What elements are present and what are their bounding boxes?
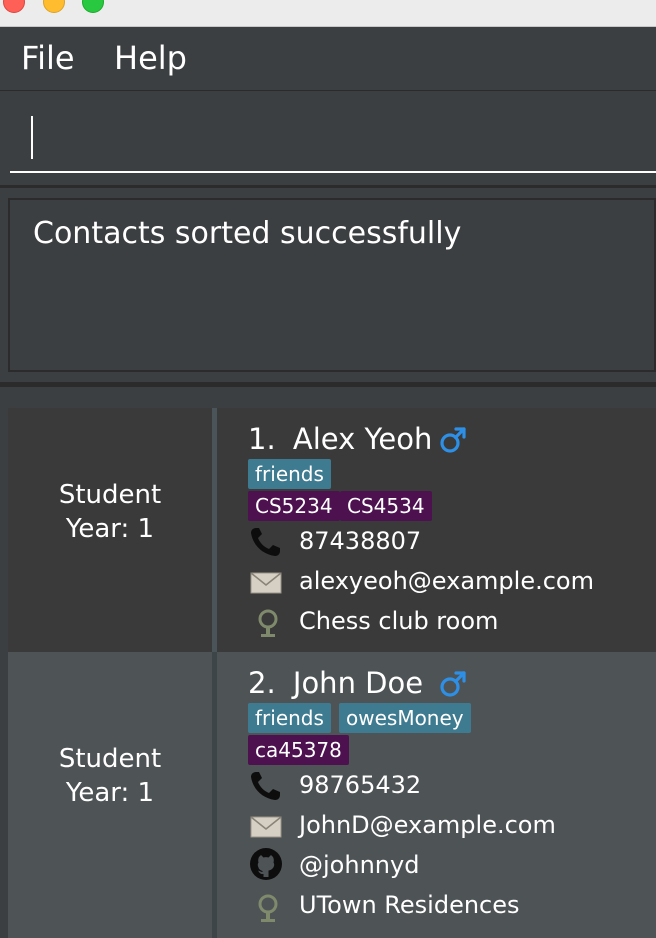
window-titlebar xyxy=(0,0,656,27)
contact-email: JohnD@example.com xyxy=(299,811,556,839)
phone-icon xyxy=(251,772,280,800)
command-input[interactable] xyxy=(10,92,656,173)
contact-role-panel: Student Year: 1 xyxy=(8,408,212,652)
contact-role: Student xyxy=(58,744,162,774)
email-icon xyxy=(250,816,282,838)
contact-phone: 98765432 xyxy=(299,771,422,799)
text-caret xyxy=(31,116,33,159)
result-message: Contacts sorted successfully xyxy=(33,216,462,251)
contact-card[interactable]: Student Year: 1 1. Alex Yeoh friends CS5… xyxy=(8,408,656,652)
close-window-button[interactable] xyxy=(3,0,25,13)
menu-help[interactable]: Help xyxy=(114,39,187,77)
contact-index: 2. xyxy=(248,666,276,700)
contact-role-panel: Student Year: 1 xyxy=(8,652,212,938)
card-divider xyxy=(212,408,217,652)
maximize-window-button[interactable] xyxy=(82,0,104,13)
card-divider xyxy=(212,652,217,938)
tag-badge: friends xyxy=(248,703,331,733)
menu-bar: File Help xyxy=(0,27,656,91)
email-icon xyxy=(250,572,282,594)
command-area xyxy=(0,92,656,185)
divider xyxy=(0,382,656,387)
contact-location: UTown Residences xyxy=(299,891,520,919)
contact-name: Alex Yeoh xyxy=(292,422,433,456)
contact-details: 1. Alex Yeoh friends CS5234 CS4534 87438… xyxy=(248,408,656,652)
contact-year: Year: 1 xyxy=(65,778,155,808)
divider xyxy=(0,185,656,188)
contact-name-line: 1. Alex Yeoh xyxy=(248,422,432,456)
contact-details: 2. John Doe friends owesMoney ca45378 98… xyxy=(248,652,656,938)
tag-badge: owesMoney xyxy=(339,703,471,733)
contact-email: alexyeoh@example.com xyxy=(299,567,594,595)
menu-file[interactable]: File xyxy=(21,39,75,77)
result-display: Contacts sorted successfully xyxy=(8,198,656,372)
course-badge: CS5234 xyxy=(248,491,340,521)
male-icon xyxy=(440,671,466,697)
male-icon xyxy=(440,427,466,453)
contact-name: John Doe xyxy=(292,666,424,700)
contact-card[interactable]: Student Year: 1 2. John Doe friends owes… xyxy=(8,652,656,938)
contact-location: Chess club room xyxy=(299,607,499,635)
course-badge: ca45378 xyxy=(248,735,349,765)
tag-badge: friends xyxy=(248,459,331,489)
minimize-window-button[interactable] xyxy=(43,0,65,13)
phone-icon xyxy=(251,528,280,556)
contact-name-line: 2. John Doe xyxy=(248,666,423,700)
contact-role: Student xyxy=(58,480,162,510)
contact-index: 1. xyxy=(248,422,276,456)
contact-github[interactable]: @johnnyd xyxy=(299,851,419,879)
contact-year: Year: 1 xyxy=(65,514,155,544)
course-badge: CS4534 xyxy=(340,491,432,521)
location-pin-icon xyxy=(258,609,278,637)
contact-phone: 87438807 xyxy=(299,527,422,555)
location-pin-icon xyxy=(258,894,278,922)
github-icon xyxy=(250,848,282,880)
